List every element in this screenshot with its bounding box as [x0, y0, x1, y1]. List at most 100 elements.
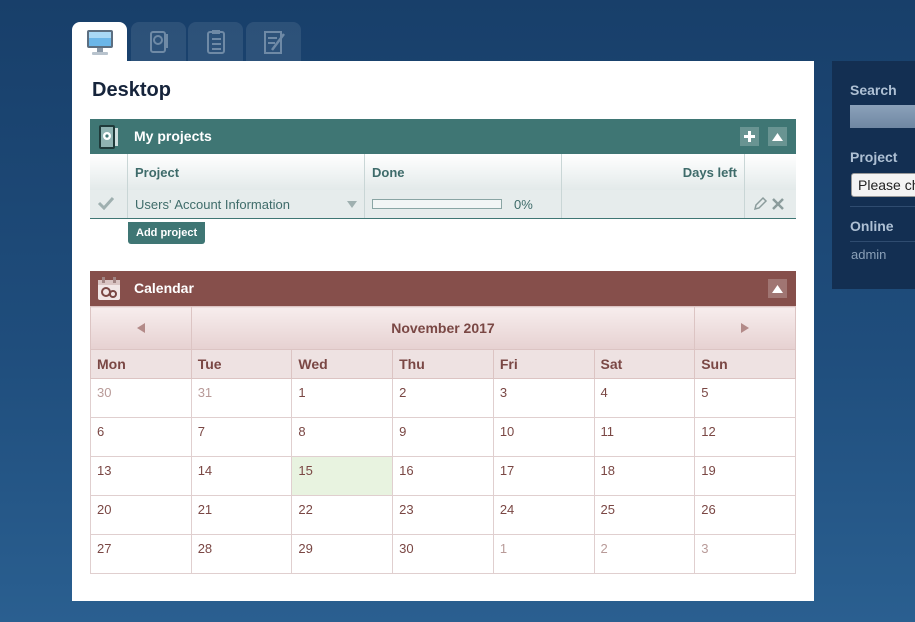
status-column-header: [90, 154, 128, 190]
tab-desktop[interactable]: [72, 22, 127, 61]
project-label: Project: [850, 149, 898, 165]
calendar-week-row: 6 7 8 9 10 11 12: [90, 417, 796, 457]
calendar-day-other-month[interactable]: 3: [694, 534, 796, 574]
projects-icon: [149, 30, 168, 53]
sidebar-divider: [850, 241, 915, 242]
calendar-day-other-month[interactable]: 2: [593, 534, 696, 574]
days-left-cell: [561, 190, 745, 219]
calendar-widget: Calendar November 2017 Mon Tue Wed Thu F…: [90, 271, 796, 574]
calendar-day[interactable]: 7: [190, 417, 293, 457]
table-row: Users' Account Information 0%: [90, 190, 796, 219]
calendar-day[interactable]: 22: [291, 495, 394, 535]
calendar-widget-title: Calendar: [134, 280, 194, 296]
projects-table-header: Project Done Days left: [90, 154, 796, 190]
projects-widget-header: My projects: [90, 119, 796, 154]
calendar-day[interactable]: 14: [190, 456, 293, 496]
weekday-sun: Sun: [694, 349, 796, 379]
desktop-icon: [86, 29, 113, 55]
calendar-day[interactable]: 30: [392, 534, 494, 574]
sidebar-divider: [850, 206, 915, 207]
notes-icon: [263, 30, 285, 54]
row-actions-cell: [744, 190, 796, 219]
projects-widget-title: My projects: [134, 128, 212, 144]
calendar-day[interactable]: 11: [593, 417, 696, 457]
calendar-day-today[interactable]: 15: [291, 456, 394, 496]
weekday-wed: Wed: [291, 349, 394, 379]
online-label: Online: [850, 218, 894, 234]
triangle-up-icon: [772, 132, 783, 141]
calendar-day-other-month[interactable]: 30: [90, 378, 192, 418]
calendar-day[interactable]: 8: [291, 417, 394, 457]
calendar-day[interactable]: 12: [694, 417, 796, 457]
calendar-day-other-month[interactable]: 1: [492, 534, 595, 574]
projects-table: Project Done Days left Users' Account In…: [90, 154, 796, 219]
calendar-day[interactable]: 5: [694, 378, 796, 418]
edit-icon[interactable]: [752, 196, 768, 212]
next-month-button[interactable]: [694, 306, 796, 350]
calendar-day[interactable]: 28: [190, 534, 293, 574]
calendar-day[interactable]: 18: [593, 456, 696, 496]
calendar-day[interactable]: 1: [291, 378, 394, 418]
weekday-tue: Tue: [190, 349, 293, 379]
calendar-day[interactable]: 24: [492, 495, 595, 535]
tab-projects[interactable]: [131, 22, 186, 61]
calendar-day[interactable]: 6: [90, 417, 192, 457]
calendar-day[interactable]: 2: [392, 378, 494, 418]
calendar-day[interactable]: 13: [90, 456, 192, 496]
project-select[interactable]: Please ch: [851, 173, 915, 197]
weekday-mon: Mon: [90, 349, 192, 379]
calendar-day-other-month[interactable]: 31: [190, 378, 293, 418]
calendar-day[interactable]: 19: [694, 456, 796, 496]
add-project-button[interactable]: Add project: [128, 222, 206, 244]
weekday-header-row: Mon Tue Wed Thu Fri Sat Sun: [90, 349, 796, 379]
calendar-week-row: 30 31 1 2 3 4 5: [90, 378, 796, 418]
tab-notes[interactable]: [246, 22, 301, 61]
calendar-day[interactable]: 17: [492, 456, 595, 496]
delete-icon[interactable]: [770, 196, 786, 212]
triangle-left-icon: [136, 323, 145, 333]
collapse-calendar-button[interactable]: [768, 279, 787, 298]
weekday-fri: Fri: [492, 349, 595, 379]
checkmark-icon[interactable]: [97, 196, 115, 210]
calendar-day[interactable]: 9: [392, 417, 494, 457]
calendar-day[interactable]: 23: [392, 495, 494, 535]
weekday-thu: Thu: [392, 349, 494, 379]
weekday-sat: Sat: [593, 349, 696, 379]
column-header-done: Done: [364, 154, 562, 190]
calendar-day[interactable]: 10: [492, 417, 595, 457]
calendar-day[interactable]: 25: [593, 495, 696, 535]
calendar-nav-row: November 2017: [90, 306, 796, 350]
calendar-day[interactable]: 27: [90, 534, 192, 574]
add-project-header-button[interactable]: [740, 127, 759, 146]
projects-widget-icon: [90, 119, 127, 154]
row-status-cell: [90, 190, 128, 219]
calendar-week-row: 20 21 22 23 24 25 26: [90, 495, 796, 535]
calendar-day[interactable]: 3: [492, 378, 595, 418]
calendar-day[interactable]: 21: [190, 495, 293, 535]
calendar-day[interactable]: 4: [593, 378, 696, 418]
search-input[interactable]: [850, 105, 915, 128]
collapse-projects-button[interactable]: [768, 127, 787, 146]
progress-label: 0%: [514, 196, 533, 212]
tasks-icon: [206, 29, 225, 54]
calendar-day[interactable]: 20: [90, 495, 192, 535]
tab-tasks[interactable]: [188, 22, 243, 61]
calendar-day[interactable]: 29: [291, 534, 394, 574]
calendar-week-row: 27 28 29 30 1 2 3: [90, 534, 796, 574]
calendar-widget-header: Calendar: [90, 271, 796, 306]
calendar-day[interactable]: 16: [392, 456, 494, 496]
project-cell[interactable]: Users' Account Information: [127, 190, 365, 219]
calendar-widget-icon: [90, 271, 127, 306]
progress-bar: [372, 199, 502, 209]
actions-column-header: [744, 154, 796, 190]
online-user: admin: [851, 247, 887, 262]
chevron-down-icon[interactable]: [347, 200, 357, 208]
column-header-project: Project: [127, 154, 365, 190]
right-sidebar: Search Project Please ch Online admin: [832, 61, 915, 289]
prev-month-button[interactable]: [90, 306, 192, 350]
search-label: Search: [850, 82, 897, 98]
done-cell: 0%: [364, 190, 562, 219]
calendar-week-row: 13 14 15 16 17 18 19: [90, 456, 796, 496]
plus-icon: [744, 131, 755, 142]
calendar-day[interactable]: 26: [694, 495, 796, 535]
